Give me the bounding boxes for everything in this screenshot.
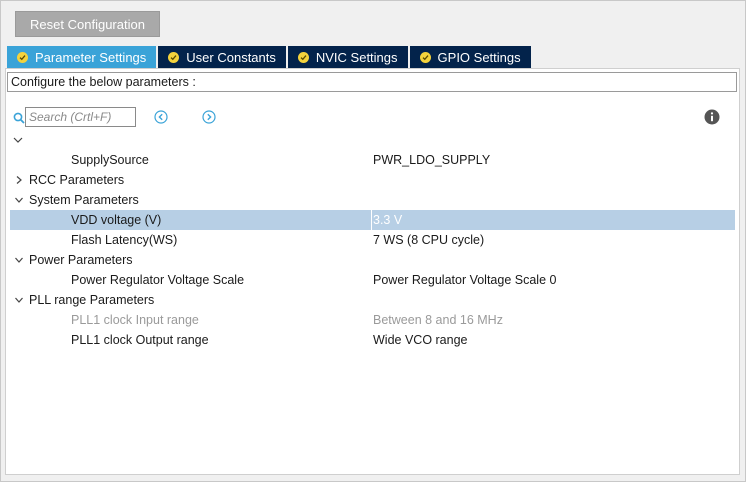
- param-value: 3.3 V: [373, 213, 403, 227]
- param-name: VDD voltage (V): [71, 213, 162, 227]
- group-label: PLL range Parameters: [29, 293, 155, 307]
- info-icon[interactable]: [704, 109, 720, 125]
- tab-label: GPIO Settings: [437, 49, 521, 65]
- check-icon: [17, 51, 28, 63]
- chevron-down-icon[interactable]: [12, 135, 24, 145]
- group-pll-range-parameters[interactable]: PLL range Parameters: [10, 290, 735, 310]
- tab-user-constants[interactable]: User Constants: [158, 46, 288, 68]
- group-label: Power Parameters: [29, 253, 133, 267]
- group-system-parameters[interactable]: System Parameters: [10, 190, 735, 210]
- tab-label: User Constants: [186, 49, 276, 65]
- param-name: SupplySource: [71, 153, 149, 167]
- search-icon: [13, 112, 25, 124]
- chevron-down-icon[interactable]: [14, 195, 24, 205]
- chevron-down-icon[interactable]: [14, 255, 24, 265]
- param-value: PWR_LDO_SUPPLY: [373, 153, 491, 167]
- group-rcc-parameters[interactable]: RCC Parameters: [10, 170, 735, 190]
- param-row-vdd-voltage[interactable]: VDD voltage (V) 3.3 V: [10, 210, 735, 230]
- chevron-right-icon[interactable]: [14, 175, 24, 185]
- param-value: 7 WS (8 CPU cycle): [373, 233, 485, 247]
- parameter-settings-content: Configure the below parameters : SupplyS…: [5, 68, 740, 475]
- check-icon: [419, 51, 431, 63]
- param-row-pll1-clock-output-range[interactable]: PLL1 clock Output range Wide VCO range: [10, 330, 735, 350]
- param-row-power-regulator-voltage-scale[interactable]: Power Regulator Voltage Scale Power Regu…: [10, 270, 735, 290]
- chevron-down-icon[interactable]: [14, 295, 24, 305]
- tab-nvic-settings[interactable]: NVIC Settings: [287, 46, 410, 68]
- tab-gpio-settings[interactable]: GPIO Settings: [409, 46, 533, 68]
- tab-label: Parameter Settings: [35, 49, 147, 65]
- group-power-parameters[interactable]: Power Parameters: [10, 250, 735, 270]
- search-input[interactable]: [25, 107, 136, 127]
- param-name: Power Regulator Voltage Scale: [71, 273, 245, 287]
- param-value: Wide VCO range: [373, 333, 468, 347]
- tab-label: NVIC Settings: [315, 49, 398, 65]
- param-value: Power Regulator Voltage Scale 0: [373, 273, 557, 287]
- param-row-pll1-clock-input-range: PLL1 clock Input range Between 8 and 16 …: [10, 310, 735, 330]
- circle-arrow-right-icon[interactable]: [202, 110, 216, 124]
- param-row-supply-source[interactable]: SupplySource PWR_LDO_SUPPLY: [10, 150, 735, 170]
- configure-parameters-label: Configure the below parameters :: [7, 72, 737, 92]
- param-name: PLL1 clock Output range: [71, 333, 209, 347]
- check-icon: [168, 51, 180, 63]
- group-label: RCC Parameters: [29, 173, 125, 187]
- check-icon: [297, 51, 309, 63]
- tab-bar: Parameter Settings User Constants NVIC S…: [7, 46, 533, 68]
- column-divider: [371, 210, 372, 230]
- group-label: System Parameters: [29, 193, 139, 207]
- circle-arrow-left-icon[interactable]: [154, 110, 168, 124]
- tab-parameter-settings[interactable]: Parameter Settings: [7, 46, 159, 68]
- param-value: Between 8 and 16 MHz: [373, 313, 503, 327]
- configuration-panel: Reset Configuration Parameter Settings U…: [0, 0, 746, 482]
- reset-configuration-button[interactable]: Reset Configuration: [15, 11, 160, 37]
- param-name: PLL1 clock Input range: [71, 313, 199, 327]
- param-row-flash-latency[interactable]: Flash Latency(WS) 7 WS (8 CPU cycle): [10, 230, 735, 250]
- param-name: Flash Latency(WS): [71, 233, 178, 247]
